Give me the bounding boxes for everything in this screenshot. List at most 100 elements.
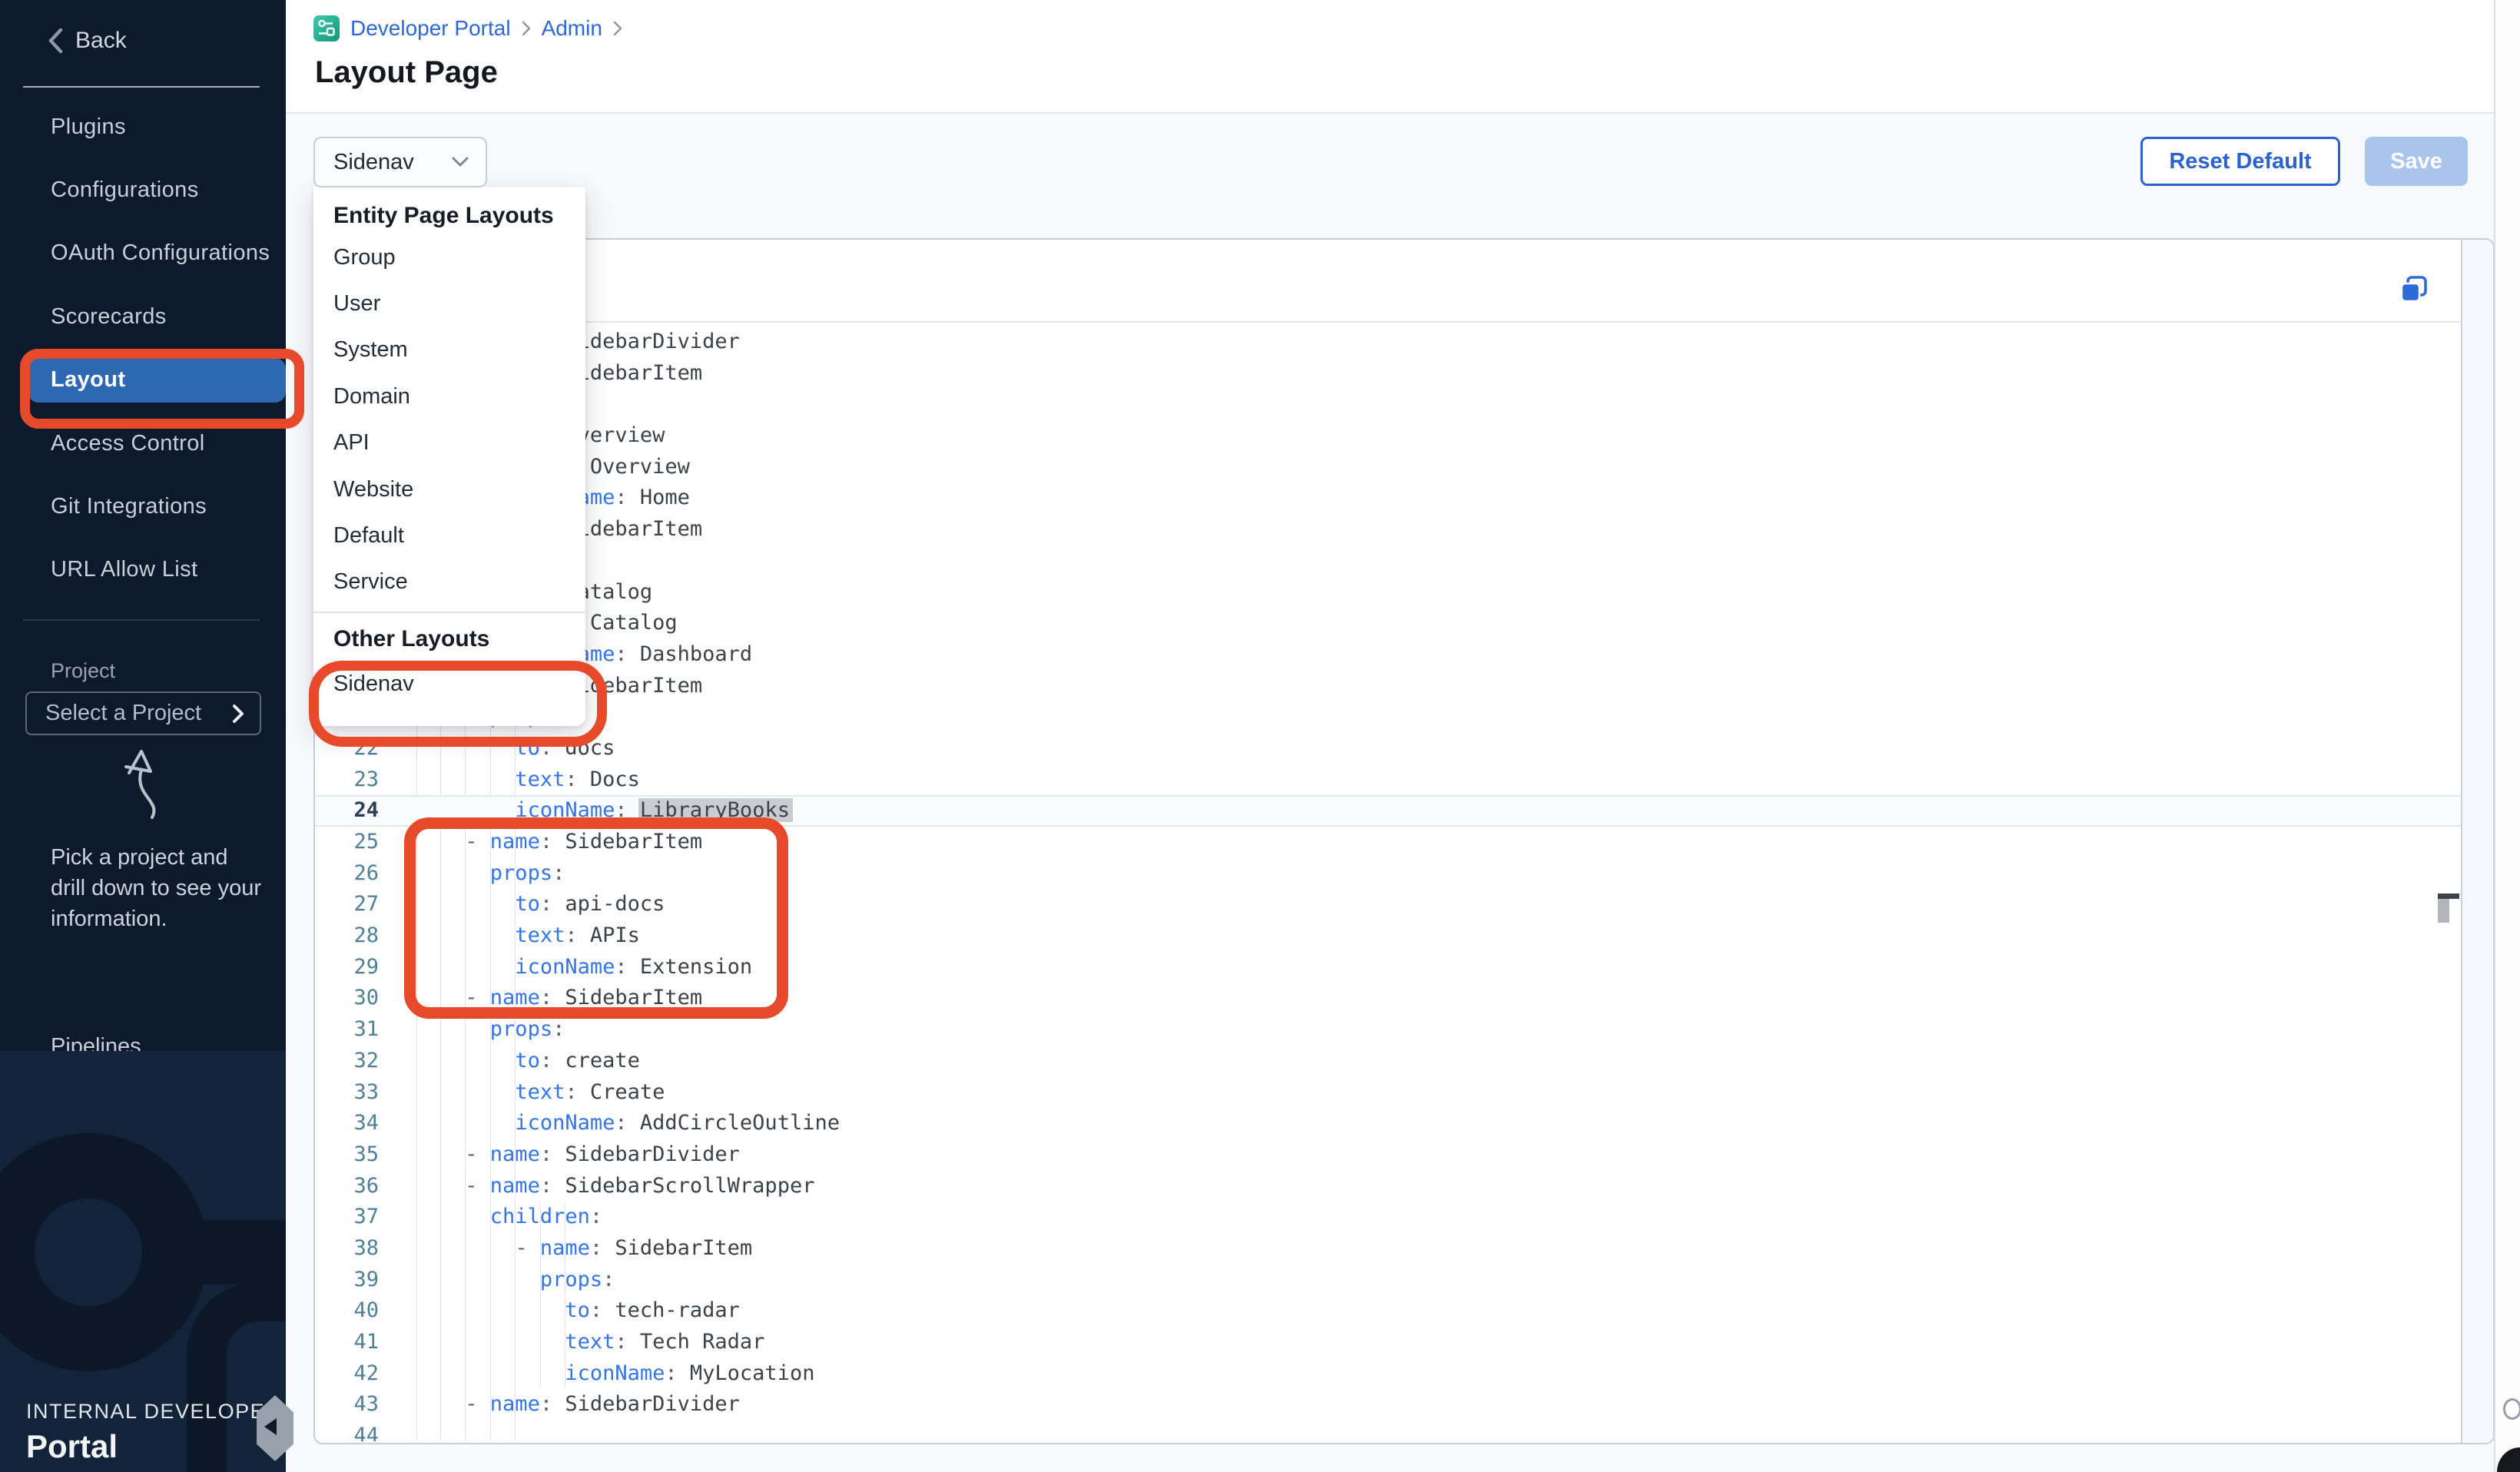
app-window: Back PluginsConfigurationsOAuth Configur… — [0, 0, 2520, 1472]
menu-item-sidenav[interactable]: Sidenav — [313, 661, 585, 707]
code-line[interactable]: 24 iconName: LibraryBooks — [315, 795, 2461, 827]
layout-select-dropdown[interactable]: Sidenav — [313, 137, 487, 187]
code-line[interactable]: 13 text: Overview — [315, 452, 2461, 483]
code-line[interactable]: 28 text: APIs — [315, 920, 2461, 952]
line-number: 33 — [315, 1077, 379, 1109]
chevron-left-icon — [48, 28, 63, 54]
sidebar-item-access-control[interactable]: Access Control — [0, 412, 286, 475]
menu-group-header: Entity Page Layouts — [313, 197, 585, 234]
chevron-right-icon — [232, 704, 244, 724]
admin-sidebar: Back PluginsConfigurationsOAuth Configur… — [0, 0, 286, 1472]
menu-item-system[interactable]: System — [313, 327, 585, 373]
code-line[interactable]: 35 - name: SidebarDivider — [315, 1139, 2461, 1171]
menu-item-user[interactable]: User — [313, 280, 585, 327]
code-line[interactable]: 42 iconName: MyLocation — [315, 1358, 2461, 1390]
sidebar-item-git-integrations[interactable]: Git Integrations — [0, 475, 286, 538]
sidebar-item-layout[interactable]: Layout — [0, 349, 286, 412]
code-line[interactable]: 44 — [315, 1421, 2461, 1441]
page-scrollbar[interactable] — [2494, 0, 2520, 1472]
code-line[interactable]: 17 to: catalog — [315, 577, 2461, 608]
reset-default-button[interactable]: Reset Default — [2140, 137, 2340, 186]
code-line[interactable]: 30 - name: SidebarItem — [315, 983, 2461, 1014]
code-line[interactable]: 38 - name: SidebarItem — [315, 1233, 2461, 1265]
yaml-editor-panel: 9 - name: SidebarDivider10 - name: Sideb… — [313, 238, 2495, 1444]
code-line[interactable]: 11 props: — [315, 389, 2461, 420]
line-number: 25 — [315, 827, 379, 858]
brand-line-top: INTERNAL DEVELOPER — [26, 1400, 281, 1424]
menu-item-domain[interactable]: Domain — [313, 373, 585, 419]
line-number: 28 — [315, 920, 379, 952]
back-button[interactable]: Back — [48, 28, 127, 54]
code-line[interactable]: 33 text: Create — [315, 1077, 2461, 1109]
code-line[interactable]: 36 - name: SidebarScrollWrapper — [315, 1171, 2461, 1202]
code-line[interactable]: 9 - name: SidebarDivider — [315, 327, 2461, 358]
editor-scrollbar-track[interactable] — [2461, 240, 2493, 1443]
menu-group-header: Other Layouts — [313, 618, 585, 661]
code-text: text: Create — [403, 1077, 2461, 1109]
code-text: iconName: MyLocation — [403, 1358, 2461, 1390]
code-text: to: create — [403, 1046, 2461, 1077]
menu-item-website[interactable]: Website — [313, 466, 585, 512]
code-text: to: catalog — [403, 577, 2461, 608]
code-line[interactable]: 40 to: tech-radar — [315, 1295, 2461, 1327]
project-select-label: Select a Project — [45, 701, 201, 726]
sidebar-item-configurations[interactable]: Configurations — [0, 158, 286, 221]
developer-portal-logo-icon — [313, 15, 340, 41]
sidebar-item-url-allow-list[interactable]: URL Allow List — [0, 539, 286, 602]
sidebar-item-scorecards[interactable]: Scorecards — [0, 285, 286, 348]
code-line[interactable]: 22 to: docs — [315, 733, 2461, 764]
code-text: text: Docs — [403, 764, 2461, 796]
chevron-right-icon — [613, 21, 622, 36]
project-select-button[interactable]: Select a Project — [25, 691, 261, 735]
code-line[interactable]: 37 children: — [315, 1202, 2461, 1233]
code-line[interactable]: 19 iconName: Dashboard — [315, 639, 2461, 671]
menu-item-service[interactable]: Service — [313, 559, 585, 605]
sidebar-item-plugins[interactable]: Plugins — [0, 95, 286, 158]
code-line[interactable]: 25 - name: SidebarItem — [315, 827, 2461, 858]
code-text: - name: SidebarItem — [403, 514, 2461, 545]
editor-scrollbar-marker — [2438, 893, 2459, 899]
code-line[interactable]: 43 - name: SidebarDivider — [315, 1389, 2461, 1421]
code-line[interactable]: 32 to: create — [315, 1046, 2461, 1077]
menu-item-api[interactable]: API — [313, 420, 585, 466]
code-text: iconName: AddCircleOutline — [403, 1108, 2461, 1139]
save-button[interactable]: Save — [2365, 137, 2468, 186]
code-line[interactable]: 12 to: overview — [315, 420, 2461, 452]
code-line[interactable]: 16 props: — [315, 545, 2461, 577]
code-editor[interactable]: 9 - name: SidebarDivider10 - name: Sideb… — [315, 321, 2461, 1441]
code-line[interactable]: 27 to: api-docs — [315, 889, 2461, 920]
code-line[interactable]: 31 props: — [315, 1014, 2461, 1046]
code-line[interactable]: 15 - name: SidebarItem — [315, 514, 2461, 545]
sidebar-nav: PluginsConfigurationsOAuth Configuration… — [0, 95, 286, 602]
chevron-right-icon — [522, 21, 531, 36]
code-line[interactable]: 34 iconName: AddCircleOutline — [315, 1108, 2461, 1139]
breadcrumb-link-developer-portal[interactable]: Developer Portal — [350, 16, 511, 41]
brand-line-bottom: Portal — [26, 1428, 281, 1465]
line-number: 42 — [315, 1358, 379, 1390]
code-line[interactable]: 20 - name: SidebarItem — [315, 671, 2461, 702]
code-text: - name: SidebarDivider — [403, 1389, 2461, 1421]
code-text: props: — [403, 1265, 2461, 1296]
menu-item-default[interactable]: Default — [313, 512, 585, 559]
line-number: 37 — [315, 1202, 379, 1233]
code-line[interactable]: 26 props: — [315, 858, 2461, 890]
line-number: 24 — [315, 795, 379, 827]
code-line[interactable]: 41 text: Tech Radar — [315, 1327, 2461, 1358]
code-line[interactable]: 23 text: Docs — [315, 764, 2461, 796]
editor-toolbar — [315, 240, 2493, 323]
menu-item-group[interactable]: Group — [313, 234, 585, 280]
sidebar-divider-bottom — [23, 619, 260, 621]
code-line[interactable]: 10 - name: SidebarItem — [315, 358, 2461, 390]
line-number: 44 — [315, 1421, 379, 1441]
code-line[interactable]: 39 props: — [315, 1265, 2461, 1296]
code-text: iconName: LibraryBooks — [403, 795, 2461, 827]
code-line[interactable]: 29 iconName: Extension — [315, 952, 2461, 983]
breadcrumb-link-admin[interactable]: Admin — [542, 16, 602, 41]
code-line[interactable]: 21 props: — [315, 701, 2461, 733]
editor-scrollbar-thumb[interactable] — [2438, 899, 2449, 923]
code-line[interactable]: 14 iconName: Home — [315, 482, 2461, 514]
sidebar-item-label: URL Allow List — [51, 557, 197, 582]
sidebar-item-oauth-configurations[interactable]: OAuth Configurations — [0, 222, 286, 285]
copy-icon[interactable] — [2399, 275, 2429, 304]
code-line[interactable]: 18 text: Catalog — [315, 608, 2461, 639]
